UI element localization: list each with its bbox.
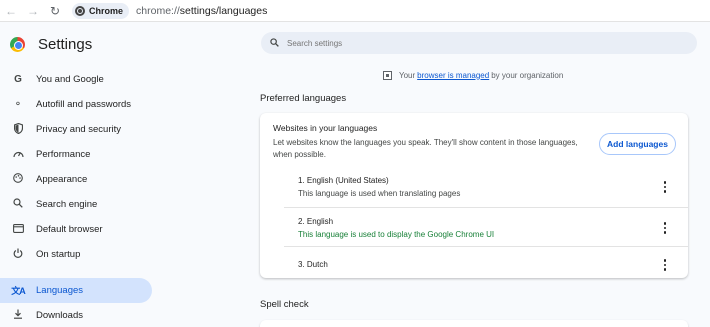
sidebar-item-label: Appearance (36, 174, 88, 185)
download-icon (11, 309, 25, 322)
sidebar-item-label: Autofill and passwords (36, 99, 132, 110)
sidebar-item-autofill[interactable]: ⚬ Autofill and passwords (0, 92, 152, 117)
language-name: 3. Dutch (298, 260, 328, 269)
sidebar-item-downloads[interactable]: Downloads (0, 303, 152, 327)
sidebar-item-label: Search engine (36, 199, 98, 210)
key-icon: ⚬ (13, 99, 23, 110)
spell-check-heading: Spell check (260, 299, 309, 310)
preferred-languages-heading: Preferred languages (260, 93, 347, 104)
browser-toolbar: ← → ↻ Chrome chrome://settings/languages (0, 0, 710, 22)
building-icon (383, 70, 392, 80)
card-heading: Websites in your languages (273, 123, 378, 133)
forward-arrow-icon[interactable]: → (22, 0, 44, 22)
managed-notice: Your browser is managed by your organiza… (383, 69, 563, 81)
search-input[interactable] (287, 38, 667, 48)
managed-link[interactable]: browser is managed (417, 71, 489, 80)
sidebar-item-performance[interactable]: Performance (0, 142, 152, 167)
browser-window-icon (11, 223, 25, 236)
url-scheme: chrome:// (136, 4, 180, 17)
page-title: Settings (38, 35, 93, 53)
shield-icon (11, 122, 25, 137)
search-settings-box[interactable] (261, 32, 697, 54)
address-bar[interactable]: chrome://settings/languages (136, 5, 267, 17)
sidebar-item-label: On startup (36, 249, 81, 260)
settings-sidebar: Settings G You and Google ⚬ Autofill and… (0, 22, 160, 327)
sidebar-item-label: You and Google (36, 74, 104, 85)
add-languages-button[interactable]: Add languages (599, 133, 676, 155)
more-options-icon[interactable] (658, 179, 672, 195)
translate-icon: 文A (11, 286, 26, 296)
more-options-icon[interactable] (658, 220, 672, 236)
language-note: This language is used to display the Goo… (298, 230, 495, 239)
language-name: 1. English (United States) (298, 176, 389, 185)
chrome-logo-icon (75, 5, 85, 16)
sidebar-item-search-engine[interactable]: Search engine (0, 192, 152, 217)
speedometer-icon (11, 149, 25, 161)
spell-check-card (260, 320, 688, 327)
managed-prefix: Your (399, 70, 416, 80)
reload-icon[interactable]: ↻ (44, 0, 66, 22)
sidebar-item-label: Downloads (36, 310, 83, 321)
chrome-logo-icon (10, 36, 25, 52)
more-options-icon[interactable] (658, 257, 672, 273)
site-info-chip[interactable]: Chrome (72, 2, 130, 19)
language-note: This language is used when translating p… (298, 189, 461, 198)
search-icon (270, 37, 280, 49)
sidebar-item-you-and-google[interactable]: G You and Google (0, 67, 152, 92)
sidebar-item-label: Languages (36, 285, 84, 296)
palette-icon (11, 173, 25, 186)
search-icon (11, 198, 25, 211)
language-row: 3. Dutch (284, 246, 688, 278)
sidebar-item-languages[interactable]: 文A Languages (0, 278, 152, 303)
url-path: settings/languages (179, 4, 268, 17)
card-header: Websites in your languages Let websites … (273, 123, 593, 161)
sidebar-item-default-browser[interactable]: Default browser (0, 217, 152, 242)
preferred-languages-card: Websites in your languages Let websites … (260, 113, 688, 278)
chip-label: Chrome (89, 5, 124, 16)
power-icon (11, 248, 25, 261)
google-icon: G (14, 74, 22, 85)
sidebar-item-appearance[interactable]: Appearance (0, 167, 152, 192)
managed-suffix: by your organization (491, 70, 564, 80)
language-name: 2. English (298, 217, 334, 226)
settings-header: Settings (0, 22, 160, 66)
sidebar-item-label: Privacy and security (36, 124, 122, 135)
back-arrow-icon[interactable]: ← (0, 0, 22, 22)
sidebar-item-on-startup[interactable]: On startup (0, 242, 152, 267)
card-description: Let websites know the languages you spea… (273, 138, 578, 159)
sidebar-item-label: Performance (36, 149, 91, 160)
sidebar-item-privacy[interactable]: Privacy and security (0, 117, 152, 142)
sidebar-item-label: Default browser (36, 224, 103, 235)
